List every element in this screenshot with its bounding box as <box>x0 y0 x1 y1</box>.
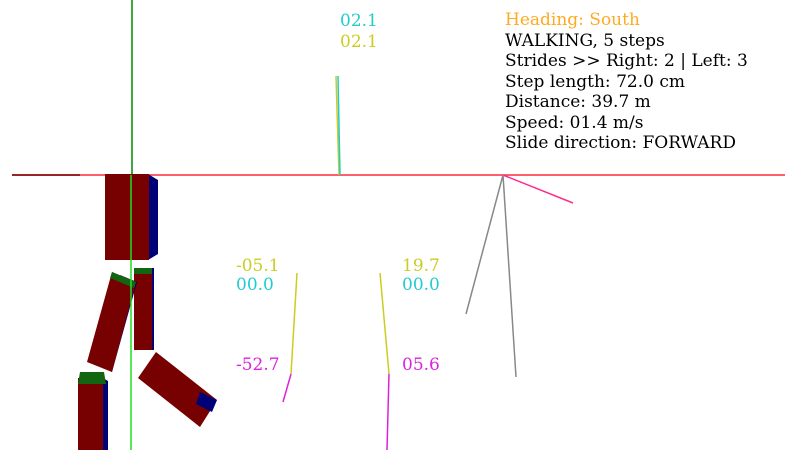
right-readout-yellow: 19.7 <box>402 256 440 276</box>
right-joint-gauge-yellow <box>379 272 390 375</box>
walk-state-label: WALKING, 5 steps <box>505 30 665 51</box>
direction-ray-down <box>502 174 517 378</box>
left-joint-gauge-yellow <box>290 272 298 375</box>
lower-leg-right <box>138 352 217 427</box>
left-readout-magenta: -52.7 <box>236 355 280 375</box>
upper-leg-left <box>87 272 136 372</box>
torso-side <box>148 174 158 260</box>
left-readout-cyan: 00.0 <box>236 275 274 295</box>
upper-leg-right-side <box>152 268 154 350</box>
lower-leg-left <box>78 378 103 450</box>
speed-label: Speed: 01.4 m/s <box>505 112 644 133</box>
left-joint-gauge-magenta <box>282 373 292 403</box>
direction-ray-left <box>465 174 504 315</box>
status-panel: Heading: South WALKING, 5 steps Strides … <box>505 10 748 154</box>
torso <box>105 174 149 260</box>
walker-figure <box>78 174 217 450</box>
right-joint-gauge-magenta <box>386 373 390 450</box>
slide-direction-label: Slide direction: FORWARD <box>505 133 736 153</box>
top-readout-yellow: 02.1 <box>340 32 378 52</box>
right-readout-magenta: 05.6 <box>402 355 440 375</box>
heading-pointer <box>502 174 574 204</box>
top-readout-cyan: 02.1 <box>340 11 378 31</box>
left-readout-yellow: -05.1 <box>236 256 280 276</box>
hip-joint-right <box>134 268 152 274</box>
lower-leg-left-side <box>103 378 108 450</box>
strides-label: Strides >> Right: 2 | Left: 3 <box>505 51 748 71</box>
right-readout-cyan: 00.0 <box>402 275 440 295</box>
step-length-label: Step length: 72.0 cm <box>505 71 685 92</box>
upper-leg-right <box>134 268 152 350</box>
distance-label: Distance: 39.7 m <box>505 92 651 112</box>
knee-joint-left <box>78 372 106 384</box>
heading-label: Heading: South <box>505 10 640 30</box>
